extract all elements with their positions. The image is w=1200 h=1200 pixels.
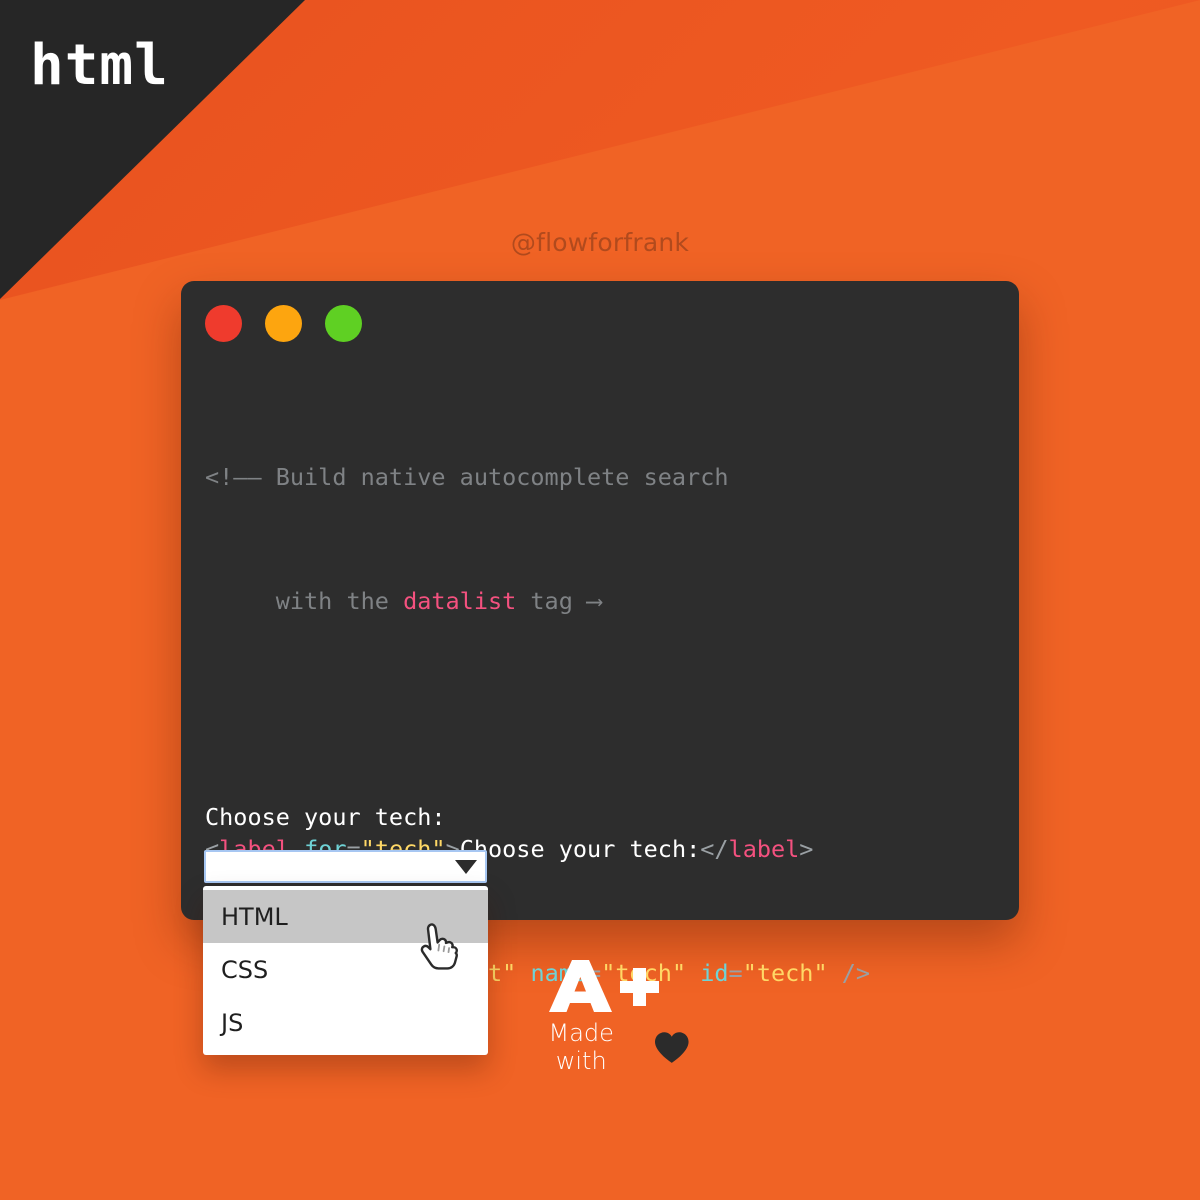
comment-close-token-1: ⟶ <box>587 587 602 615</box>
comment-open-token: <!—— <box>205 463 262 491</box>
code-window-card: <!—— Build native autocomplete search wi… <box>181 281 1019 987</box>
comment-text-c: tag <box>516 587 588 615</box>
a-plus-logo-icon <box>549 960 659 1012</box>
heart-icon <box>655 1031 690 1063</box>
code-line-comment-1a: <!—— Build native autocomplete search <box>205 462 1001 493</box>
window-traffic-lights <box>205 305 362 342</box>
code-blank-line-1 <box>205 710 1001 741</box>
label-inner-text: Choose your tech: <box>459 835 701 863</box>
code-blank-line-2 <box>205 1082 1001 1113</box>
dropdown-option-label: HTML <box>221 902 288 931</box>
dropdown-option-html[interactable]: HTML <box>203 890 488 943</box>
output-field-label: Choose your tech: <box>205 803 446 831</box>
chevron-down-icon[interactable] <box>455 859 477 874</box>
dropdown-option-label: CSS <box>221 955 269 984</box>
input-attr-id: id <box>700 959 729 987</box>
poster-canvas: html @flowforfrank <!—— Build native aut… <box>0 0 1200 1200</box>
close-dot-icon[interactable] <box>205 305 242 342</box>
input-selfclose: /> <box>841 959 871 987</box>
tech-autocomplete-input[interactable] <box>204 850 487 883</box>
comment-text-a: Build native autocomplete search <box>261 463 729 491</box>
input-val-id: "tech" <box>742 959 828 987</box>
dropdown-option-js[interactable]: JS <box>203 996 488 1049</box>
label-close-gt: > <box>799 835 814 863</box>
label-close-tag-name: label <box>728 835 800 863</box>
autocomplete-dropdown-list[interactable]: HTML CSS JS <box>203 886 488 1055</box>
label-close-lt: </ <box>700 835 729 863</box>
dropdown-option-css[interactable]: CSS <box>203 943 488 996</box>
code-line-comment-1b: with the datalist tag ⟶ <box>205 586 1001 617</box>
dropdown-option-label: JS <box>221 1008 244 1037</box>
minimize-dot-icon[interactable] <box>265 305 302 342</box>
made-with-label: Made with <box>548 1019 614 1075</box>
maximize-dot-icon[interactable] <box>325 305 362 342</box>
watermark-handle: @flowforfrank <box>510 228 690 257</box>
comment-keyword-datalist: datalist <box>403 587 517 615</box>
comment-text-b: with the <box>205 587 404 615</box>
brand-title: html <box>30 33 169 98</box>
footer-branding: Made with <box>520 960 690 1075</box>
code-block: <!—— Build native autocomplete search wi… <box>205 369 1001 1200</box>
made-with-row: Made with <box>520 1019 690 1075</box>
